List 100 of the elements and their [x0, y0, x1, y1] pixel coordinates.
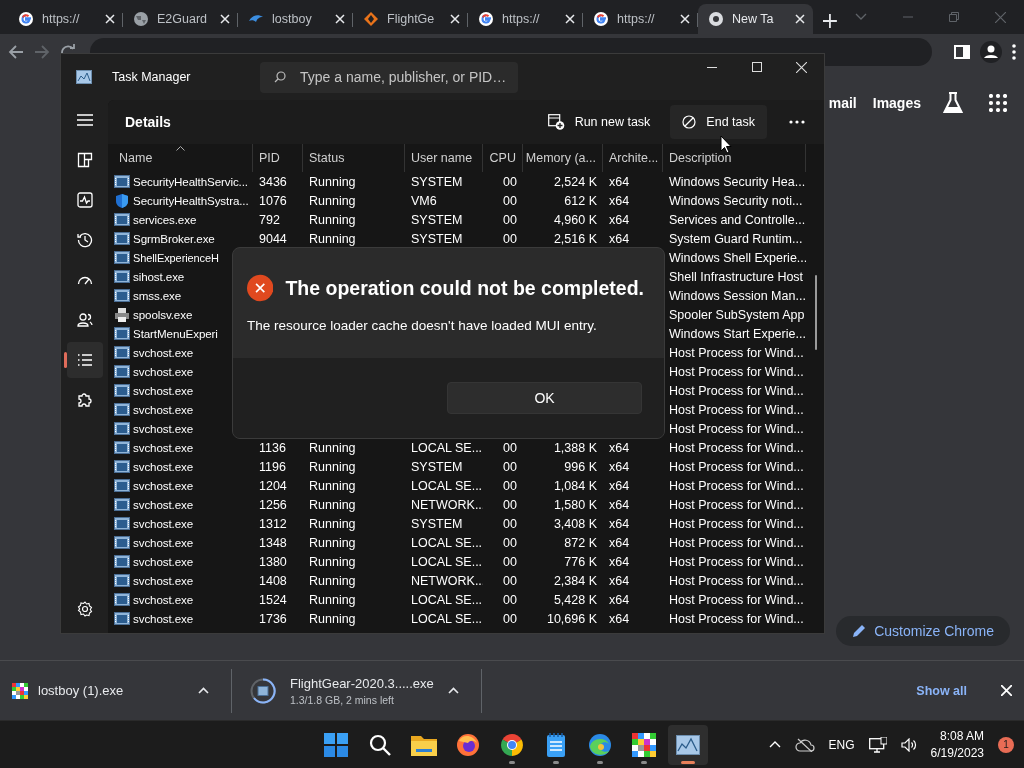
language-indicator[interactable]: ENG — [828, 737, 855, 752]
chevron-down-icon[interactable] — [854, 13, 867, 21]
table-cell: 00 — [503, 516, 517, 531]
table-cell: Host Process for Wind... — [669, 497, 804, 512]
file-name: lostboy (1).exe — [38, 683, 125, 698]
browser-tab[interactable]: https:// — [583, 4, 699, 34]
browser-tab[interactable]: lostboy — [238, 4, 354, 34]
reload-icon[interactable] — [60, 44, 76, 53]
profile-icon[interactable] — [980, 41, 1002, 63]
show-all-link[interactable]: Show all — [916, 683, 967, 698]
scrollbar-thumb[interactable] — [815, 275, 817, 350]
cursor-icon — [720, 135, 732, 154]
window-icon — [114, 232, 130, 245]
window-icon — [114, 270, 130, 283]
more-icon[interactable] — [789, 120, 805, 124]
column-header[interactable]: Archite... — [603, 144, 663, 172]
table-cell: 1256 — [259, 497, 287, 512]
table-cell: 1196 — [259, 459, 286, 474]
back-icon[interactable] — [8, 44, 24, 60]
column-header[interactable]: CPU — [483, 144, 523, 172]
multicolor-circle-icon — [593, 11, 610, 27]
flask-icon[interactable] — [943, 92, 963, 114]
folder-icon — [411, 733, 437, 756]
tricolor-circle-icon — [500, 732, 524, 757]
browser-tab[interactable]: E2Guard — [123, 4, 239, 34]
table-cell: x64 — [609, 573, 630, 588]
end-task-button[interactable]: End task — [670, 105, 767, 139]
dialog-title: The operation could not be completed. — [285, 276, 644, 300]
process-name: sihost.exe — [133, 270, 185, 283]
monitor-icon[interactable] — [868, 736, 887, 753]
table-cell: x64 — [609, 516, 630, 531]
process-name: svchost.exe — [133, 555, 194, 568]
restore-icon[interactable] — [948, 12, 959, 22]
date-text: 6/19/2023 — [930, 746, 984, 760]
process-name: smss.exe — [133, 289, 182, 302]
column-header[interactable]: PID — [253, 144, 303, 172]
column-header[interactable]: Name — [113, 144, 253, 172]
customize-chrome-button[interactable]: Customize Chrome — [836, 616, 1010, 646]
table-cell: Host Process for Wind... — [669, 440, 804, 455]
table-cell: 2,516 K — [553, 231, 597, 246]
add-window-icon — [547, 114, 565, 130]
table-cell: x64 — [609, 497, 630, 512]
browser-tab[interactable]: https:// — [468, 4, 584, 34]
table-cell: LOCAL SE... — [411, 478, 483, 493]
run-task-button[interactable]: Run new task — [535, 105, 663, 139]
window-icon — [114, 479, 130, 492]
column-header[interactable]: Status — [303, 144, 405, 172]
table-cell: 3436 — [259, 174, 287, 189]
page-link[interactable]: Images — [872, 95, 921, 111]
table-cell: Running — [309, 193, 356, 208]
window-icon — [114, 593, 130, 606]
table-cell: NETWORK... — [411, 497, 483, 512]
table-cell: Host Process for Wind... — [669, 611, 804, 626]
table-cell: Host Process for Wind... — [669, 402, 804, 417]
nav-item[interactable] — [66, 342, 103, 378]
table-cell: SYSTEM — [411, 231, 463, 246]
browser-tab[interactable]: New Ta — [698, 4, 814, 34]
cloud-off-icon[interactable] — [794, 737, 815, 752]
table-cell: 00 — [503, 592, 517, 607]
caret-up-icon[interactable] — [447, 687, 459, 694]
process-name: svchost.exe — [133, 441, 194, 454]
table-cell: 1380 — [259, 554, 287, 569]
table-cell: x64 — [609, 535, 630, 550]
table-cell: 00 — [503, 478, 517, 493]
caret-up-icon[interactable] — [198, 687, 209, 694]
column-header[interactable]: Memory (a... — [523, 144, 603, 172]
browser-tab[interactable]: FlightGe — [353, 4, 469, 34]
pixel-art-icon — [632, 732, 656, 757]
error-icon — [247, 272, 274, 304]
table-cell: x64 — [609, 592, 630, 607]
maximize-icon[interactable] — [751, 62, 762, 72]
notification-badge[interactable]: 1 — [998, 736, 1014, 753]
table-cell: 00 — [503, 611, 517, 626]
process-name: svchost.exe — [133, 498, 194, 511]
table-cell: Host Process for Wind... — [669, 345, 804, 360]
table-cell: x64 — [609, 231, 630, 246]
side-panel-icon[interactable] — [954, 44, 970, 60]
table-cell: SYSTEM — [411, 212, 463, 227]
table-cell: 1408 — [259, 573, 287, 588]
ok-button[interactable]: OK — [447, 382, 642, 414]
page-link[interactable]: mail — [828, 95, 857, 111]
more-icon[interactable] — [1012, 44, 1016, 60]
table-cell: Running — [309, 459, 356, 474]
table-cell: 9044 — [259, 231, 287, 246]
puzzle-icon — [76, 392, 93, 408]
clock[interactable]: 8:08 AM 6/19/2023 — [930, 729, 984, 760]
chevron-up-icon[interactable] — [768, 741, 781, 748]
browser-tab[interactable]: https:// — [8, 4, 123, 34]
speaker-icon[interactable] — [900, 737, 917, 752]
time-text: 8:08 AM — [939, 729, 984, 743]
grid-icon — [76, 152, 93, 168]
plus-icon[interactable] — [823, 14, 837, 28]
search-field[interactable]: Type a name, publisher, or PID… — [260, 61, 518, 93]
table-cell: Running — [309, 516, 356, 531]
taskbar-app[interactable] — [668, 724, 708, 765]
column-header[interactable]: User name — [405, 144, 483, 172]
apps-grid-icon[interactable] — [989, 94, 1007, 112]
window-icon — [114, 346, 130, 359]
table-cell: 00 — [503, 174, 517, 189]
globe-icon — [133, 11, 149, 27]
